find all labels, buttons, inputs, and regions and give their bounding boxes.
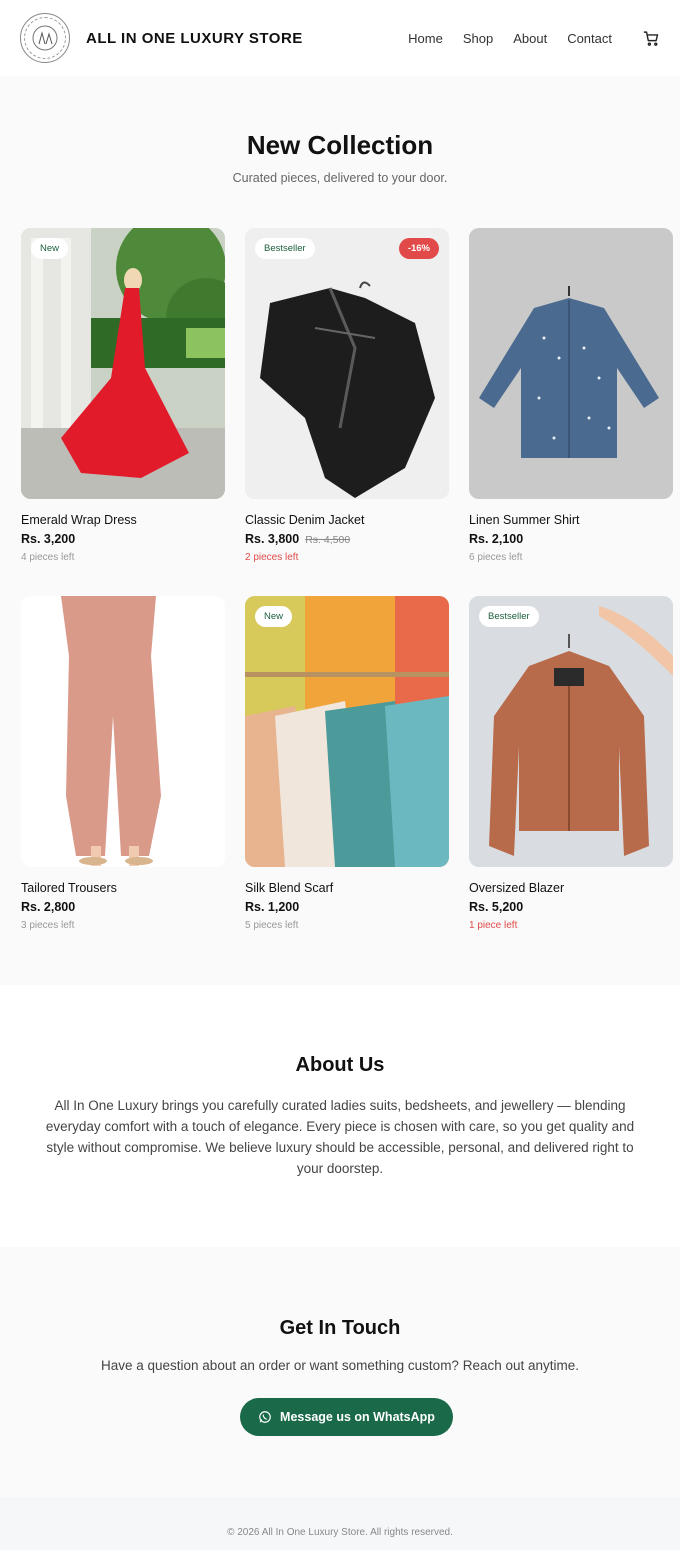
collection-title: New Collection xyxy=(246,130,434,160)
product-image[interactable] xyxy=(469,228,673,499)
discount-badge: -16% xyxy=(398,238,439,259)
nav-home[interactable]: Home xyxy=(408,31,443,46)
about-title: About Us xyxy=(295,1054,385,1076)
product-name[interactable]: Emerald Wrap Dress xyxy=(21,513,225,527)
product-stock: 5 pieces left xyxy=(245,920,299,931)
product-card[interactable]: Tailored Trousers Rs. 2,800 3 pieces lef… xyxy=(21,596,225,931)
old-price: Rs. 4,500 xyxy=(305,534,351,546)
product-name[interactable]: Tailored Trousers xyxy=(21,881,225,895)
product-badge: Bestseller xyxy=(479,606,539,627)
contact-text: Have a question about an order or want s… xyxy=(100,1358,580,1373)
product-badge: New xyxy=(31,238,69,259)
contact-title: Get In Touch xyxy=(279,1317,401,1339)
whatsapp-button[interactable]: Message us on WhatsApp xyxy=(240,1398,453,1436)
nav-contact[interactable]: Contact xyxy=(567,31,612,46)
product-price: Rs. 1,200 xyxy=(245,900,300,914)
product-price: Rs. 2,800 xyxy=(21,900,76,914)
product-stock: 4 pieces left xyxy=(21,552,75,563)
product-stock: 1 piece left xyxy=(469,920,518,931)
cart-icon[interactable] xyxy=(642,29,660,47)
product-price: Rs. 3,200 xyxy=(21,532,76,546)
main-nav: Home Shop About Contact xyxy=(408,31,612,46)
store-logo[interactable] xyxy=(20,13,70,63)
product-card[interactable]: Linen Summer Shirt Rs. 2,100 6 pieces le… xyxy=(469,228,673,563)
product-card[interactable]: New Emerald Wrap Dress Rs. 3,200 4 piece… xyxy=(21,228,225,563)
product-badge: New xyxy=(255,606,293,627)
product-name[interactable]: Oversized Blazer xyxy=(469,881,673,895)
product-stock: 6 pieces left xyxy=(469,552,523,563)
footer-copyright: © 2026 All In One Luxury Store. All righ… xyxy=(227,1527,453,1538)
product-name[interactable]: Silk Blend Scarf xyxy=(245,881,449,895)
brand-name[interactable]: ALL IN ONE LUXURY STORE xyxy=(86,30,303,47)
product-badge: Bestseller xyxy=(255,238,315,259)
contact-section: Get In Touch Have a question about an or… xyxy=(0,1247,680,1497)
product-card[interactable]: Bestseller Oversized Blazer Rs. 5,200 1 … xyxy=(469,596,673,931)
collection-section: New Collection Curated pieces, delivered… xyxy=(0,76,680,985)
product-image[interactable]: New xyxy=(21,228,225,499)
product-image[interactable]: Bestseller -16% xyxy=(245,228,449,499)
product-stock: 2 pieces left xyxy=(245,552,299,563)
product-image[interactable]: New xyxy=(245,596,449,867)
product-name[interactable]: Classic Denim Jacket xyxy=(245,513,449,527)
product-price: Rs. 5,200 xyxy=(469,900,524,914)
product-card[interactable]: Bestseller -16% Classic Denim Jacket Rs.… xyxy=(245,228,449,563)
product-price: Rs. 3,800 Rs. 4,500 xyxy=(245,532,351,546)
product-image[interactable] xyxy=(21,596,225,867)
whatsapp-button-label: Message us on WhatsApp xyxy=(280,1410,435,1424)
product-price: Rs. 2,100 xyxy=(469,532,524,546)
about-section: About Us All In One Luxury brings you ca… xyxy=(0,985,680,1247)
about-text: All In One Luxury brings you carefully c… xyxy=(45,1098,635,1176)
product-name[interactable]: Linen Summer Shirt xyxy=(469,513,673,527)
collection-subtitle: Curated pieces, delivered to your door. xyxy=(232,171,448,185)
nav-about[interactable]: About xyxy=(513,31,547,46)
product-stock: 3 pieces left xyxy=(21,920,75,931)
product-card[interactable]: New Silk Blend Scarf Rs. 1,200 5 pieces … xyxy=(245,596,449,931)
site-footer: © 2026 All In One Luxury Store. All righ… xyxy=(0,1497,680,1550)
whatsapp-icon xyxy=(258,1410,272,1424)
site-header: ALL IN ONE LUXURY STORE Home Shop About … xyxy=(0,0,680,76)
product-image[interactable]: Bestseller xyxy=(469,596,673,867)
nav-shop[interactable]: Shop xyxy=(463,31,493,46)
